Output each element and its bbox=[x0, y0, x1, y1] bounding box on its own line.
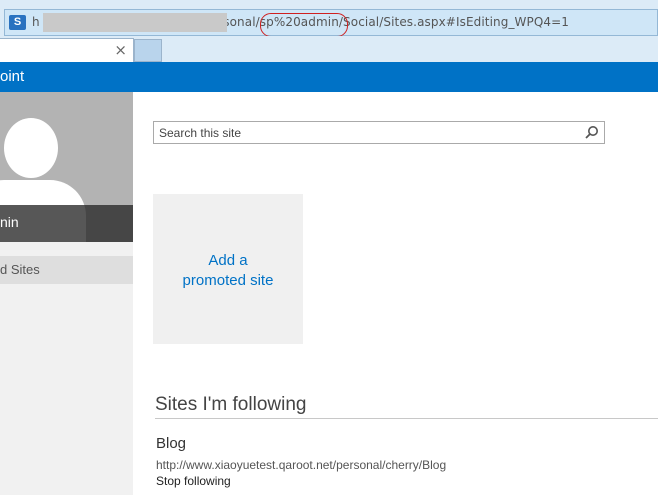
avatar-head bbox=[4, 118, 58, 178]
add-promoted-site-tile[interactable]: Add a promoted site bbox=[153, 194, 303, 344]
sharepoint-icon: S bbox=[9, 15, 26, 30]
redacted-url-segment bbox=[43, 13, 227, 32]
following-section-title: Sites I'm following bbox=[155, 394, 307, 415]
brand-title[interactable]: oint bbox=[0, 68, 24, 85]
section-divider bbox=[155, 418, 658, 419]
nav-item-followed-sites[interactable]: d Sites bbox=[0, 256, 133, 284]
new-tab-button[interactable] bbox=[134, 39, 162, 62]
url-prefix: h bbox=[32, 15, 40, 29]
search-icon[interactable] bbox=[584, 125, 599, 140]
annotation-circle bbox=[260, 13, 348, 37]
profile-name-band: nin bbox=[0, 205, 133, 242]
search-input[interactable] bbox=[159, 125, 579, 141]
stop-following-link[interactable]: Stop following bbox=[156, 474, 231, 488]
browser-tab-bar: × bbox=[0, 36, 658, 62]
nav-item-label: d Sites bbox=[0, 262, 40, 277]
left-navigation: nin d Sites bbox=[0, 92, 133, 495]
followed-site-name[interactable]: Blog bbox=[156, 435, 186, 452]
profile-picture[interactable]: nin bbox=[0, 92, 133, 242]
browser-tab[interactable]: × bbox=[0, 38, 134, 62]
add-promoted-site-label[interactable]: Add a promoted site bbox=[153, 194, 303, 291]
suite-bar: oint bbox=[0, 62, 658, 92]
followed-site-url: http://www.xiaoyuetest.qaroot.net/person… bbox=[156, 458, 447, 472]
close-icon[interactable]: × bbox=[114, 41, 127, 59]
url-field[interactable]: S h ersonal/sp%20admin/Social/Sites.aspx#… bbox=[4, 9, 658, 37]
site-search-box bbox=[153, 121, 605, 144]
profile-name[interactable]: nin bbox=[0, 214, 19, 230]
